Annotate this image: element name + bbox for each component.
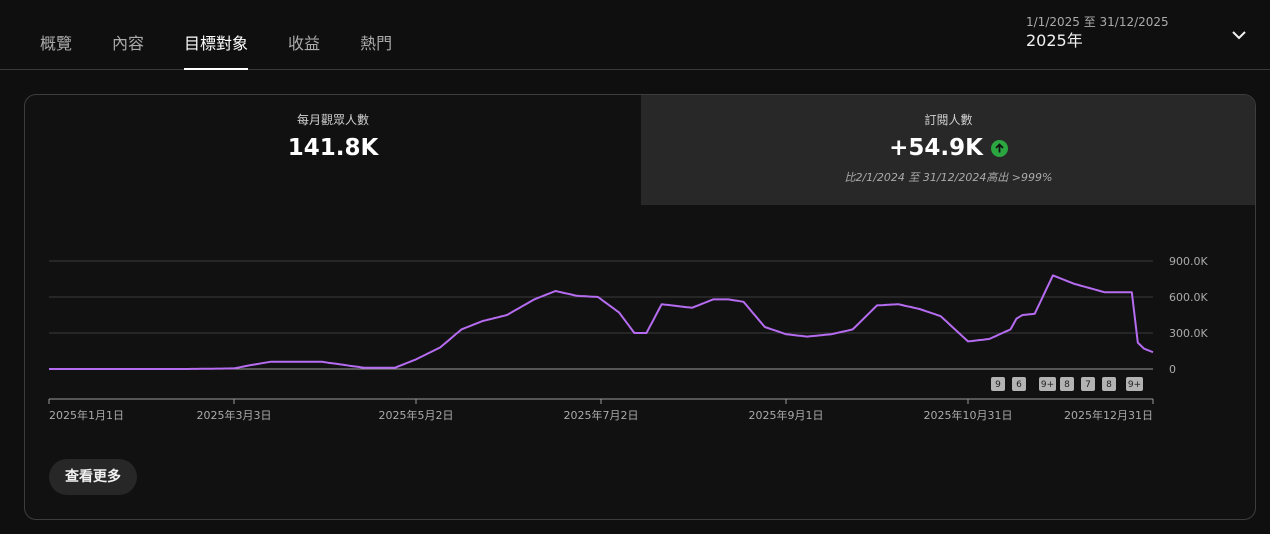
date-range-picker[interactable]: 1/1/2025 至 31/12/2025 2025年 [1026,14,1169,52]
x-tick-label: 2025年5月2日 [378,408,453,422]
event-badge-label: 8 [1106,380,1112,390]
event-badge-label: 7 [1085,380,1091,390]
tab-revenue[interactable]: 收益 [268,0,340,70]
tab-content[interactable]: 內容 [92,0,164,70]
tab-bar: 概覽 內容 目標對象 收益 熱門 [20,0,412,70]
event-badge-label: 9+ [1128,380,1141,390]
x-tick-label: 2025年10月31日 [923,408,1012,422]
event-badge-label: 9+ [1041,380,1054,390]
x-tick-label: 2025年3月3日 [197,408,272,422]
date-range-text: 1/1/2025 至 31/12/2025 [1026,15,1169,29]
see-more-button[interactable]: 查看更多 [49,459,137,495]
event-badge-label: 8 [1064,380,1070,390]
tab-audience[interactable]: 目標對象 [164,0,268,70]
event-badge-label: 6 [1016,380,1022,390]
series-line [49,274,1154,370]
chevron-down-icon[interactable] [1228,24,1250,46]
x-tick-label: 2025年7月2日 [564,408,639,422]
tab-trending[interactable]: 熱門 [340,0,412,70]
y-tick-label: 600.0K [1169,291,1208,304]
date-range-label: 2025年 [1026,31,1083,50]
tab-overview[interactable]: 概覽 [20,0,92,70]
x-tick-label: 2025年1月1日 [49,408,124,422]
subscriber-line-chart: 900.0K 600.0K 300.0K 0 2025年1月1日 2025年3月3日 202… [48,255,1208,422]
y-tick-label: 300.0K [1169,327,1208,340]
x-tick-label: 2025年12月31日 [1064,408,1153,422]
y-tick-label: 900.0K [1169,255,1208,268]
top-bar: 概覽 內容 目標對象 收益 熱門 1/1/2025 至 31/12/2025 2… [0,0,1270,70]
y-tick-label: 0 [1169,363,1176,376]
event-badge-label: 9 [995,380,1001,390]
audience-card: 每月觀眾人數 141.8K 訂閱人數 +54.9K 比2/1/2024 至 31… [24,94,1256,520]
x-tick-label: 2025年9月1日 [749,408,824,422]
